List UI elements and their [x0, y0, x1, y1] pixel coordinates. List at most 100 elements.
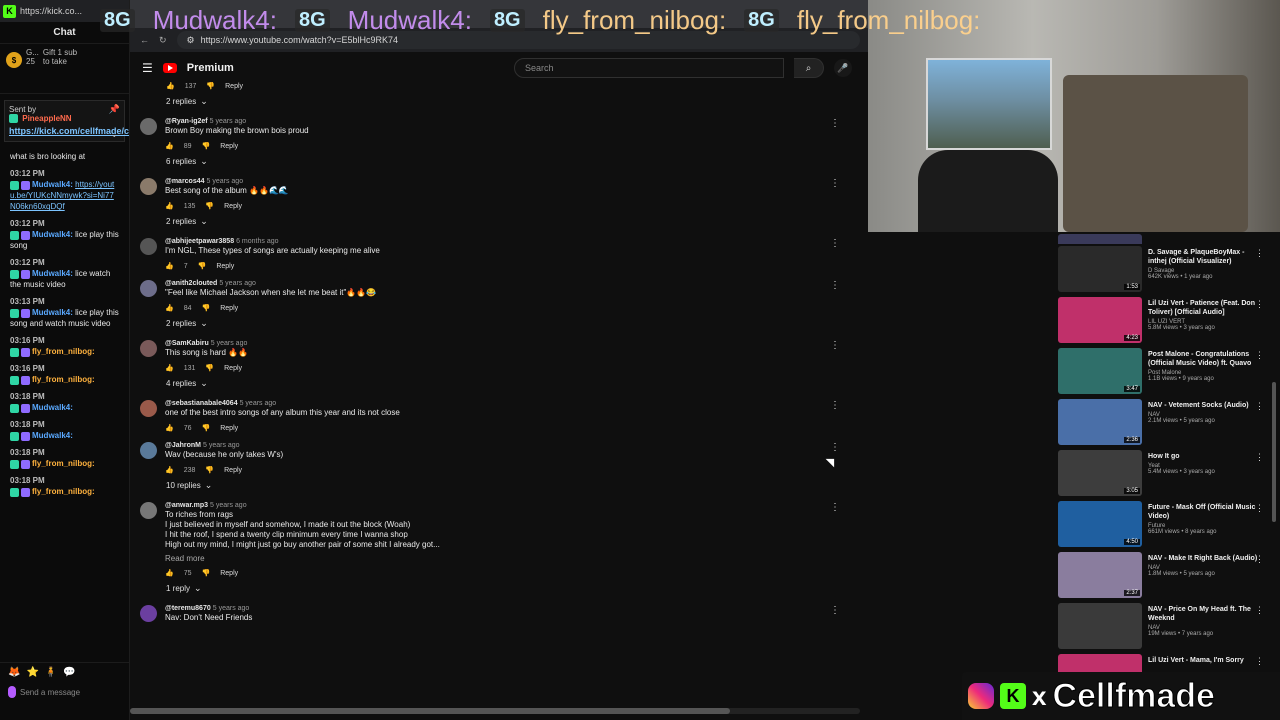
message-username[interactable]: fly_from_nilbog:	[32, 375, 95, 384]
video-title[interactable]: NAV - Vetement Socks (Audio)	[1148, 401, 1258, 410]
comment-author-name[interactable]: @SamKabiru	[165, 340, 209, 347]
video-thumbnail[interactable]: 3:05	[1058, 450, 1142, 496]
like-icon[interactable]: 👍	[166, 82, 175, 90]
dislike-icon[interactable]: 👎	[205, 202, 214, 210]
chat-input[interactable]: Send a message	[0, 682, 129, 702]
dislike-icon[interactable]: 👎	[206, 82, 215, 90]
reply-button[interactable]: Reply	[225, 83, 243, 90]
more-options-icon[interactable]: ⋮	[1255, 299, 1264, 310]
comment-author[interactable]: @JahronM 5 years ago	[165, 442, 870, 449]
view-replies-button[interactable]: 6 replies	[166, 152, 870, 170]
reply-button[interactable]: Reply	[220, 305, 238, 312]
video-item[interactable]: 2:36 NAV - Vetement Socks (Audio) NAV 2.1M …	[1050, 397, 1280, 448]
comment-author[interactable]: @teremu8670 5 years ago	[165, 605, 870, 612]
comment-author-name[interactable]: @abhijeetpawar3858	[165, 238, 234, 245]
video-item[interactable]: 2:37 NAV - Make It Right Back (Audio) NAV 1…	[1050, 550, 1280, 601]
more-options-icon[interactable]: ⋮	[830, 118, 840, 129]
view-replies-button[interactable]: 2 replies	[166, 212, 870, 230]
video-thumbnail[interactable]: 2:37	[1058, 552, 1142, 598]
view-replies-button[interactable]: 10 replies	[166, 476, 870, 494]
emote-icon[interactable]: 🦊	[8, 667, 20, 678]
gift-sub-banner[interactable]: $ G... 25 Gift 1 sub to take	[0, 44, 129, 94]
youtube-logo-icon[interactable]	[162, 63, 177, 73]
menu-icon[interactable]: ☰	[142, 61, 153, 75]
video-item[interactable]: 4:50 Future - Mask Off (Official Music Vi…	[1050, 499, 1280, 550]
message-username[interactable]: fly_from_nilbog:	[32, 487, 95, 496]
emote-icon[interactable]: 💬	[63, 667, 75, 678]
browser-tab-strip[interactable]	[130, 0, 870, 28]
dislike-icon[interactable]: 👎	[205, 364, 214, 372]
sidebar-scrollbar[interactable]	[1272, 382, 1276, 522]
comment-author[interactable]: @anwar.mp3 5 years ago	[165, 502, 870, 509]
comment-author[interactable]: @anith2clouted 5 years ago	[165, 280, 870, 287]
message-username[interactable]: Mudwalk4:	[32, 230, 73, 239]
back-icon[interactable]: ←	[140, 35, 149, 45]
view-replies-button[interactable]: 2 replies	[166, 92, 870, 110]
youtube-premium-title[interactable]: Premium	[187, 62, 234, 74]
more-options-icon[interactable]: ⋮	[1255, 248, 1264, 259]
message-username[interactable]: Mudwalk4:	[32, 308, 73, 317]
video-thumbnail[interactable]: 4:50	[1058, 501, 1142, 547]
like-icon[interactable]: 👍	[165, 424, 174, 432]
emote-icon[interactable]: 🧍	[45, 667, 57, 678]
dislike-icon[interactable]: 👎	[202, 569, 211, 577]
pinned-link[interactable]: https://kick.com/cellfmade/clips/cl...	[9, 125, 129, 137]
more-options-icon[interactable]: ⋮	[830, 605, 840, 616]
pinned-message[interactable]: 📌 ⌄ Sent by PineappleNN https://kick.com…	[4, 100, 129, 143]
avatar[interactable]	[140, 605, 157, 622]
video-title[interactable]: Lil Uzi Vert - Mama, I'm Sorry	[1148, 656, 1258, 665]
avatar[interactable]	[140, 400, 157, 417]
more-options-icon[interactable]: ⋮	[1255, 401, 1264, 412]
more-options-icon[interactable]: ⋮	[1255, 656, 1264, 667]
dislike-icon[interactable]: 👎	[205, 466, 214, 474]
reload-icon[interactable]: ↻	[159, 35, 167, 46]
like-icon[interactable]: 👍	[165, 142, 174, 150]
comment-author-name[interactable]: @anith2clouted	[165, 280, 217, 287]
video-thumbnail[interactable]: 3:47	[1058, 348, 1142, 394]
video-title[interactable]: Lil Uzi Vert - Patience (Feat. Don Toliv…	[1148, 299, 1258, 317]
comment-author[interactable]: @SamKabiru 5 years ago	[165, 340, 870, 347]
kick-tab-bar[interactable]: K https://kick.co...	[0, 0, 129, 22]
comment-author-name[interactable]: @Ryan-ig2ef	[165, 118, 208, 125]
reply-button[interactable]: Reply	[224, 467, 242, 474]
reply-button[interactable]: Reply	[224, 365, 242, 372]
message-username[interactable]: Mudwalk4:	[32, 180, 73, 189]
comment-author[interactable]: @sebastianabale4064 5 years ago	[165, 400, 870, 407]
like-icon[interactable]: 👍	[165, 304, 174, 312]
avatar[interactable]	[140, 340, 157, 357]
video-item[interactable]: NAV - Price On My Head ft. The Weeknd NAV…	[1050, 601, 1280, 652]
video-item[interactable]: 3:05 How It go Yeat 5.4M views • 3 years ag…	[1050, 448, 1280, 499]
emote-bar[interactable]: 🦊 ⭐ 🧍 💬	[0, 663, 129, 682]
message-username[interactable]: Mudwalk4:	[32, 431, 73, 440]
read-more-button[interactable]: Read more	[165, 554, 870, 563]
scrollbar-thumb[interactable]	[130, 708, 730, 714]
video-title[interactable]: Future - Mask Off (Official Music Video)	[1148, 503, 1258, 521]
comment-author-name[interactable]: @teremu8670	[165, 605, 211, 612]
dislike-icon[interactable]: 👎	[202, 304, 211, 312]
like-icon[interactable]: 👍	[165, 466, 174, 474]
mic-icon[interactable]	[8, 686, 16, 698]
comment-author[interactable]: @abhijeetpawar3858 6 months ago	[165, 238, 870, 245]
more-options-icon[interactable]: ⋮	[1255, 350, 1264, 361]
video-item[interactable]: 2:13	[1050, 232, 1280, 244]
video-title[interactable]: How It go	[1148, 452, 1258, 461]
more-options-icon[interactable]: ⋮	[830, 238, 840, 249]
message-username[interactable]: fly_from_nilbog:	[32, 347, 95, 356]
video-title[interactable]: D. Savage & PlaqueBoyMax - inthej (Offic…	[1148, 248, 1258, 266]
dislike-icon[interactable]: 👎	[202, 424, 211, 432]
message-username[interactable]: fly_from_nilbog:	[32, 459, 95, 468]
reply-button[interactable]: Reply	[220, 425, 238, 432]
video-item[interactable]: 4:23 Lil Uzi Vert - Patience (Feat. Don T…	[1050, 295, 1280, 346]
view-replies-button[interactable]: 4 replies	[166, 374, 870, 392]
chevron-down-icon[interactable]: ⌄	[110, 129, 118, 140]
more-options-icon[interactable]: ⋮	[830, 400, 840, 411]
video-thumbnail[interactable]	[1058, 603, 1142, 649]
avatar[interactable]	[140, 118, 157, 135]
search-input[interactable]: Search	[514, 58, 784, 78]
comment-author[interactable]: @Ryan-ig2ef 5 years ago	[165, 118, 870, 125]
video-item[interactable]: 1:53 D. Savage & PlaqueBoyMax - inthej (O…	[1050, 244, 1280, 295]
video-thumbnail[interactable]: 2:13	[1058, 234, 1142, 244]
video-item[interactable]: 3:47 Post Malone - Congratulations (Offic…	[1050, 346, 1280, 397]
comment-author-name[interactable]: @anwar.mp3	[165, 502, 208, 509]
dislike-icon[interactable]: 👎	[198, 262, 207, 270]
